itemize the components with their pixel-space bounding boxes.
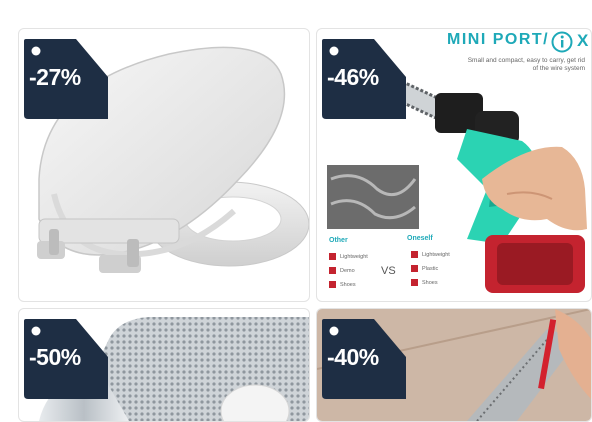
product-card-toilet-seat[interactable]: -27% <box>18 28 310 302</box>
discount-tag: -50% <box>24 319 108 399</box>
vs-label: VS <box>381 265 396 277</box>
discount-label: -27% <box>29 64 81 90</box>
discount-tag: -40% <box>322 319 406 399</box>
close-icon[interactable]: X <box>577 29 591 53</box>
compare-other-item: Shoes <box>329 281 356 288</box>
compare-ours-label: Oneself <box>407 235 433 242</box>
ad-headline: MINI PORT/ <box>447 31 550 48</box>
discount-label: -46% <box>327 64 379 90</box>
compare-other-item: Demo <box>329 267 355 274</box>
product-card-ruler-marking[interactable]: -40% <box>316 308 592 422</box>
compare-other-label: Other <box>329 237 348 244</box>
discount-tag: -27% <box>24 39 108 119</box>
info-icon[interactable] <box>551 31 573 53</box>
product-card-insulation-roll[interactable]: -50% <box>18 308 310 422</box>
check-icon <box>411 279 418 286</box>
compare-ours-item: Lightweight <box>411 251 450 258</box>
product-card-mini-chainsaw[interactable]: -46% MINI PORT/ Small and compact, easy … <box>316 28 592 302</box>
discount-label: -40% <box>327 344 379 370</box>
check-icon <box>411 265 418 272</box>
cross-icon <box>329 281 336 288</box>
cross-icon <box>329 253 336 260</box>
product-grid: -27% -46% MINI PORT/ Small and compact, … <box>0 0 592 422</box>
compare-other-item: Lightweight <box>329 253 368 260</box>
discount-label: -50% <box>29 344 81 370</box>
discount-tag: -46% <box>322 39 406 119</box>
compare-ours-item: Shoes <box>411 279 438 286</box>
check-icon <box>411 251 418 258</box>
ad-subtext: Small and compact, easy to carry, get ri… <box>467 57 585 72</box>
compare-ours-item: Plastic <box>411 265 438 272</box>
cross-icon <box>329 267 336 274</box>
